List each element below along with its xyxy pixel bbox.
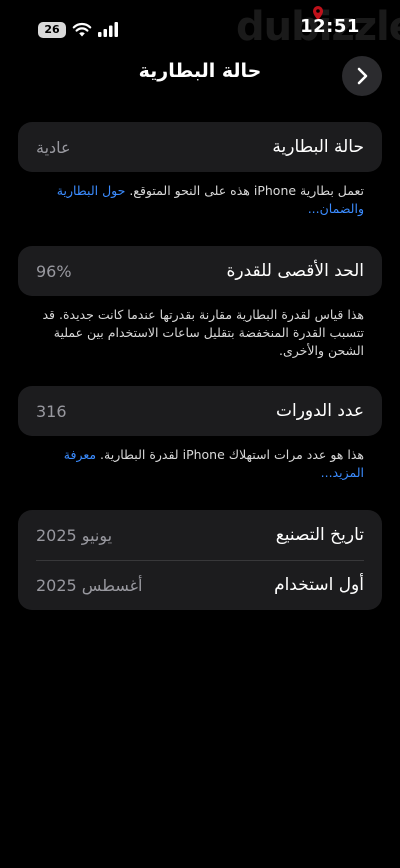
battery-health-label: حالة البطارية: [272, 137, 364, 157]
first-use-label: أول استخدام: [274, 575, 364, 595]
cycle-count-label: عدد الدورات: [275, 401, 364, 421]
manufacture-date-label: تاريخ التصنيع: [275, 525, 364, 545]
maximum-capacity-label: الحد الأقصى للقدرة: [226, 261, 364, 281]
manufacture-date-value: يونيو 2025: [36, 525, 113, 545]
battery-health-note-text: تعمل بطارية iPhone هذه على النحو المتوقع…: [125, 183, 364, 198]
back-button[interactable]: [342, 56, 382, 96]
battery-health-screen: 26 dubizzle 12:51 حالة البطارية عادية حا…: [0, 0, 400, 868]
first-use-row: أغسطس 2025 أول استخدام: [18, 560, 382, 610]
cycle-count-value: 316: [36, 401, 67, 421]
dates-card: يونيو 2025 تاريخ التصنيع أغسطس 2025 أول …: [18, 510, 382, 610]
cycle-count-note: هذا هو عدد مرات استهلاك iPhone لقدرة الب…: [34, 446, 364, 482]
chevron-right-icon: [357, 67, 368, 85]
first-use-value: أغسطس 2025: [36, 575, 143, 595]
status-time: 12:51: [300, 16, 360, 37]
wifi-icon: [72, 22, 92, 37]
battery-health-row: عادية حالة البطارية: [18, 122, 382, 172]
battery-health-card: عادية حالة البطارية: [18, 122, 382, 172]
battery-health-value: عادية: [36, 137, 71, 157]
page-title: حالة البطارية: [138, 60, 262, 82]
cycle-count-row: 316 عدد الدورات: [18, 386, 382, 436]
cycle-count-note-text: هذا هو عدد مرات استهلاك iPhone لقدرة الب…: [96, 447, 364, 462]
maximum-capacity-row: 96% الحد الأقصى للقدرة: [18, 246, 382, 296]
maximum-capacity-card: 96% الحد الأقصى للقدرة: [18, 246, 382, 296]
maximum-capacity-note: هذا قياس لقدرة البطارية مقارنة بقدرتها ع…: [42, 307, 364, 358]
cycle-count-card: 316 عدد الدورات: [18, 386, 382, 436]
signal-icon: [98, 22, 118, 37]
status-bar: 26 dubizzle 12:51: [0, 0, 400, 56]
battery-level-indicator: 26: [38, 22, 66, 38]
manufacture-date-row: يونيو 2025 تاريخ التصنيع: [18, 510, 382, 560]
maximum-capacity-value: 96%: [36, 261, 72, 281]
battery-health-note: تعمل بطارية iPhone هذه على النحو المتوقع…: [34, 182, 364, 218]
